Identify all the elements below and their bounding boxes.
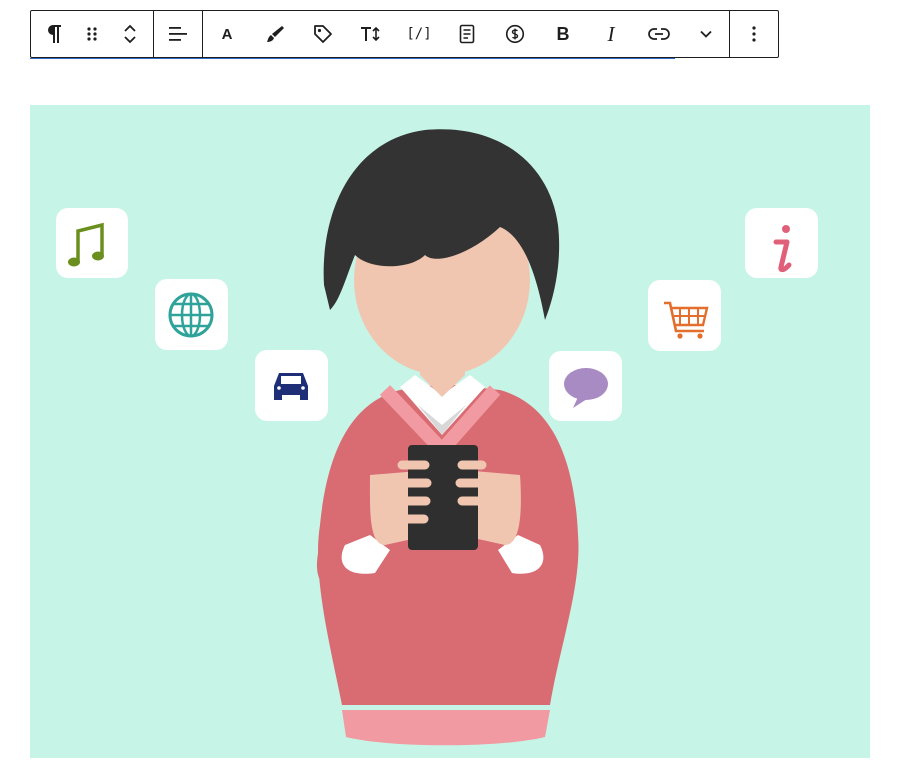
- font-size-icon: [361, 26, 380, 42]
- brush-icon: [267, 26, 284, 42]
- paragraph-icon: [48, 25, 61, 43]
- italic-button[interactable]: I: [587, 11, 635, 57]
- document-icon: [459, 24, 475, 44]
- move-up-icon[interactable]: [122, 23, 138, 33]
- block-toolbar: A [/] B I: [30, 10, 779, 58]
- car-icon: [255, 350, 328, 421]
- music-note-icon: [56, 208, 128, 278]
- options-button[interactable]: [730, 11, 778, 57]
- tag-icon: [314, 25, 332, 43]
- link-button[interactable]: [635, 11, 683, 57]
- price-button[interactable]: [491, 11, 539, 57]
- drag-handle-icon: [87, 27, 97, 41]
- bold-button[interactable]: B: [539, 11, 587, 57]
- align-button[interactable]: [154, 11, 202, 57]
- font-size-button[interactable]: [347, 11, 395, 57]
- info-icon: [745, 208, 818, 278]
- bold-icon: B: [556, 23, 570, 44]
- speech-bubble-icon: [549, 351, 622, 421]
- paragraph-button[interactable]: [31, 11, 77, 57]
- move-down-icon[interactable]: [122, 35, 138, 45]
- more-vertical-icon: [752, 26, 756, 42]
- align-group: [154, 11, 203, 57]
- link-icon: [648, 28, 670, 40]
- person-illustration: [317, 129, 579, 746]
- globe-icon: [155, 279, 228, 350]
- shortcode-icon: [/]: [406, 26, 432, 42]
- shortcode-button[interactable]: [/]: [395, 11, 443, 57]
- block-tools-group: [31, 11, 154, 57]
- text-color-icon: A: [221, 25, 233, 43]
- illustration: [30, 105, 870, 758]
- more-formats-button[interactable]: [683, 11, 729, 57]
- italic-icon: I: [607, 21, 615, 46]
- format-group: A [/] B I: [203, 11, 730, 57]
- dollar-icon: [505, 24, 525, 44]
- document-button[interactable]: [443, 11, 491, 57]
- text-color-button[interactable]: A: [203, 11, 251, 57]
- move-buttons: [107, 11, 153, 57]
- tag-button[interactable]: [299, 11, 347, 57]
- drag-button[interactable]: [77, 11, 107, 57]
- shopping-cart-icon: [648, 280, 721, 351]
- image-block[interactable]: [30, 105, 870, 758]
- options-group: [730, 11, 778, 57]
- chevron-down-icon: [700, 30, 712, 38]
- align-left-icon: [169, 27, 187, 41]
- highlight-button[interactable]: [251, 11, 299, 57]
